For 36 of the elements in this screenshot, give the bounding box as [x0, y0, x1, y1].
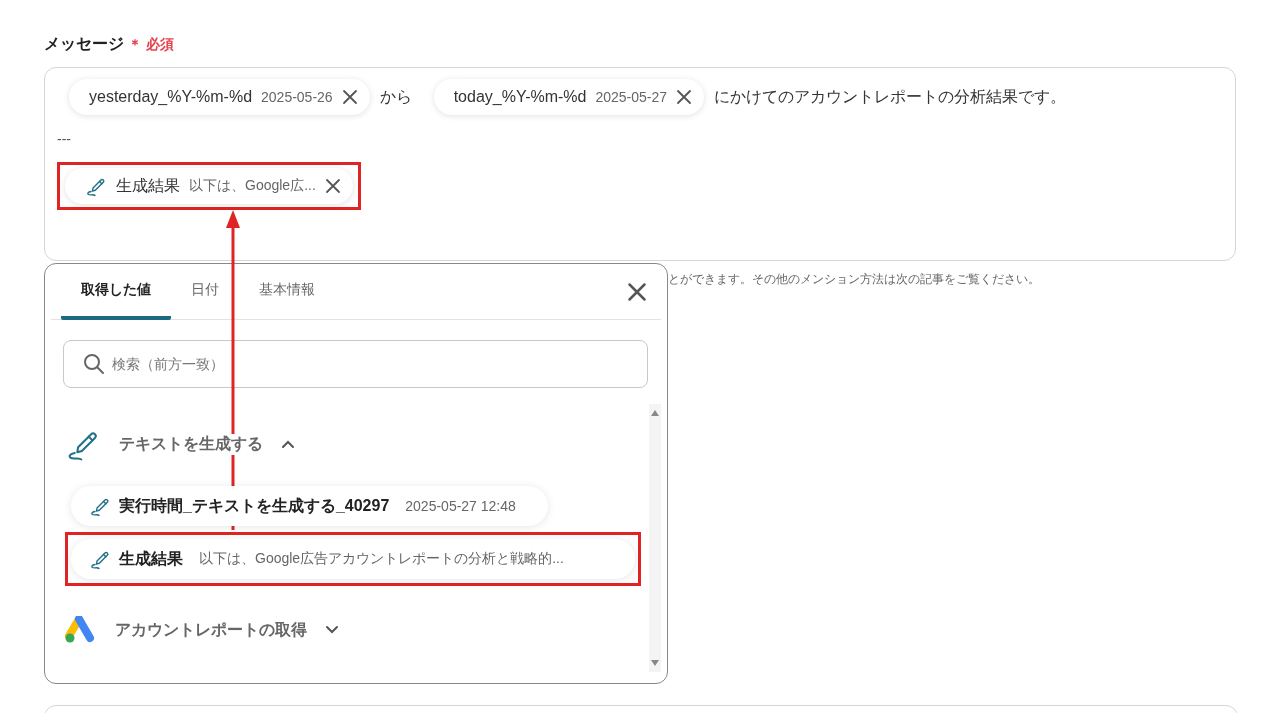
- chip-name: 生成結果: [116, 175, 180, 196]
- scroll-up-icon[interactable]: [651, 410, 659, 416]
- group-title[interactable]: テキストを生成する: [119, 433, 263, 455]
- search-field[interactable]: 検索（前方一致）: [63, 340, 648, 388]
- chip-name: yesterday_%Y-%m-%d: [89, 88, 253, 106]
- chevron-up-icon[interactable]: [281, 439, 295, 449]
- close-button[interactable]: [627, 281, 647, 302]
- scrollbar[interactable]: [649, 404, 661, 672]
- hint-text: とができます。その他のメンション方法は次の記事をご覧ください。: [667, 271, 1041, 288]
- chip-value: 以下は、Google広...: [189, 177, 316, 195]
- picker-tab[interactable]: 基本情報: [239, 264, 335, 320]
- separator-text: ---: [57, 131, 71, 147]
- search-icon: [83, 353, 105, 375]
- message-text: にかけてのアカウントレポートの分析結果です。: [714, 86, 1067, 107]
- remove-icon[interactable]: [324, 178, 341, 194]
- variable-chip[interactable]: yesterday_%Y-%m-%d 2025-05-26: [69, 79, 370, 115]
- value-item[interactable]: 生成結果 以下は、Google広告アカウントレポートの分析と戦略的...: [71, 539, 635, 579]
- field-label: メッセージ: [44, 34, 124, 54]
- remove-icon[interactable]: [676, 89, 693, 105]
- group-title[interactable]: アカウントレポートの取得: [115, 619, 307, 641]
- required-label: 必須: [146, 35, 174, 54]
- required-mark: ＊: [128, 35, 142, 54]
- scroll-down-icon[interactable]: [651, 660, 659, 666]
- value-item[interactable]: 実行時間_テキストを生成する_40297 2025-05-27 12:48: [71, 486, 548, 526]
- remove-icon[interactable]: [341, 89, 358, 105]
- ads-logo-icon: [65, 616, 97, 644]
- message-text: から: [379, 86, 412, 107]
- chevron-down-icon[interactable]: [325, 625, 339, 635]
- picker-tab[interactable]: 日付: [171, 264, 239, 320]
- picker-tab[interactable]: 取得した値: [61, 264, 171, 320]
- chip-value: 2025-05-27: [595, 89, 668, 105]
- variable-chip[interactable]: today_%Y-%m-%d 2025-05-27: [433, 79, 705, 115]
- variable-chip[interactable]: 生成結果 以下は、Google広...: [65, 168, 353, 204]
- message-field[interactable]: yesterday_%Y-%m-%d 2025-05-26 から today_%Y-%m-%d 2025-05-27 にかけてのアカウントレポートの分析結果です。 --- 生成結果 以下は、Google広...: [44, 67, 1236, 261]
- chip-name: today_%Y-%m-%d: [453, 88, 587, 106]
- chip-value: 2025-05-26: [261, 89, 333, 105]
